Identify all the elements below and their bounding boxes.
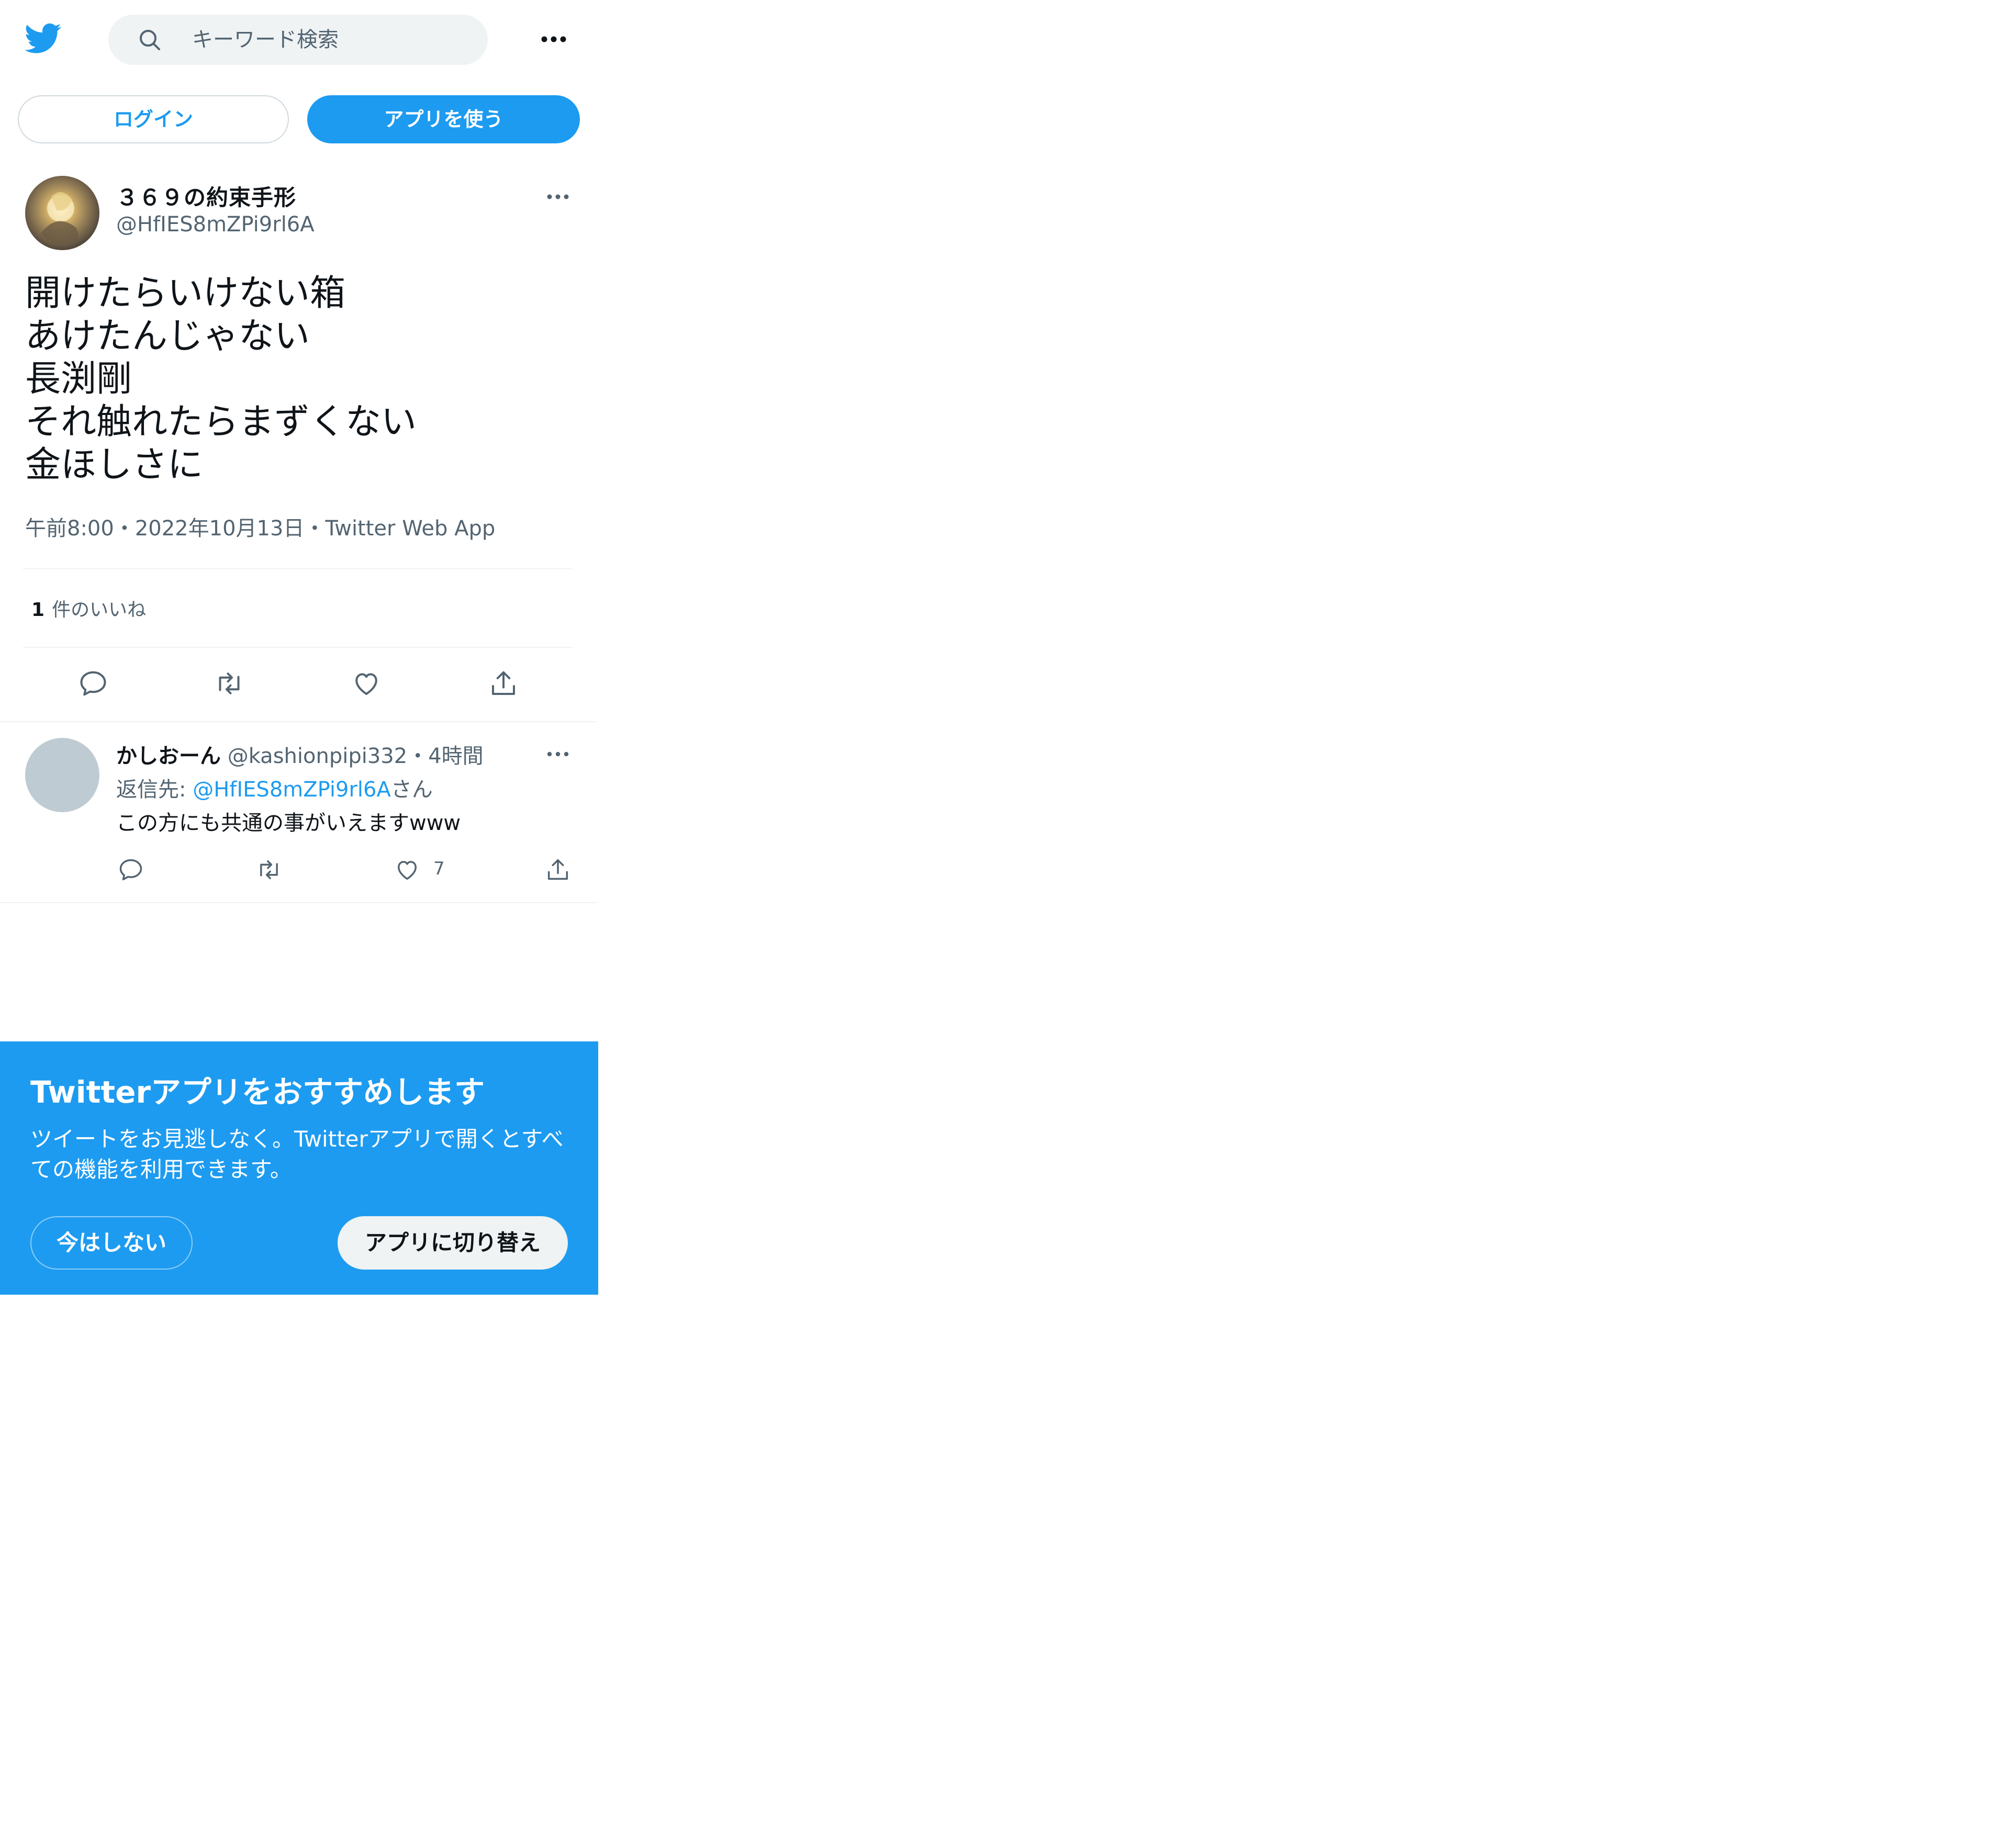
use-app-button[interactable]: アプリを使う [307, 95, 580, 143]
app-promo-banner: Twitterアプリをおすすめします ツイートをお見逃しなく。Twitterアプ… [0, 1041, 598, 1295]
avatar[interactable] [25, 176, 99, 250]
reply-icon[interactable] [77, 668, 109, 699]
likes-summary[interactable]: 1 件のいいね [31, 594, 146, 622]
reply-to-line: 返信先: @HfIES8mZPi9rl6Aさん [116, 772, 433, 803]
reply-to-mention[interactable]: @HfIES8mZPi9rl6A [193, 778, 391, 802]
reply-more-icon[interactable] [542, 745, 574, 763]
not-now-button[interactable]: 今はしない [30, 1216, 193, 1270]
banner-description: ツイートをお見逃しなく。Twitterアプリで開くとすべての機能を利用できます。 [30, 1126, 564, 1182]
likes-count: 1 [31, 599, 45, 621]
tweet-text-line: 開けたらいけない箱 [25, 273, 346, 314]
tweet-more-icon[interactable] [541, 187, 575, 206]
likes-label: 件のいいね [52, 599, 147, 621]
switch-to-app-button[interactable]: アプリに切り替え [338, 1216, 568, 1270]
tweet-text-line: それ触れたらまずくない [25, 401, 417, 443]
reply-header: かしおーん @kashionpipi332・4時間 [116, 739, 484, 769]
tweet-text-line: 金ほしさに [25, 444, 204, 486]
top-header: キーワード検索 [0, 0, 597, 78]
separator: ・ [407, 744, 429, 768]
reply-to-suffix: さん [390, 778, 433, 802]
banner-title: Twitterアプリをおすすめします [30, 1074, 485, 1110]
share-icon[interactable] [488, 668, 519, 699]
login-button[interactable]: ログイン [18, 95, 289, 143]
tweet-timestamp[interactable]: 午前8:00・2022年10月13日・Twitter Web App [25, 511, 495, 542]
search-input[interactable]: キーワード検索 [192, 15, 339, 65]
divider [23, 568, 573, 569]
author-handle[interactable]: @HfIES8mZPi9rl6A [116, 212, 315, 237]
like-icon[interactable] [351, 668, 382, 699]
reply-to-prefix: 返信先: [116, 778, 193, 802]
retweet-icon[interactable] [214, 668, 245, 699]
reply-like-icon[interactable] [394, 856, 421, 883]
more-horizontal-icon[interactable] [533, 24, 575, 55]
reply-reply-icon[interactable] [117, 856, 144, 883]
divider [0, 902, 597, 903]
reply-handle[interactable]: @kashionpipi332 [228, 744, 407, 768]
search-icon [137, 27, 162, 52]
divider [23, 647, 573, 648]
divider [0, 721, 597, 722]
tweet-text: 開けたらいけない箱 あけたんじゃない 長渕剛 それ触れたらまずくない 金ほしさに [25, 272, 580, 487]
tweet-text-line: 長渕剛 [25, 358, 132, 400]
author-display-name[interactable]: ３６９の約束手形 [116, 180, 296, 212]
reply-retweet-icon[interactable] [255, 856, 283, 883]
tweet-text-line: あけたんじゃない [25, 316, 310, 357]
reply-avatar[interactable] [25, 738, 99, 812]
reply-text: この方にも共通の事がいえますwww [116, 811, 461, 835]
reply-like-count: 7 [433, 858, 445, 879]
page-root: キーワード検索 ログイン アプリを使う ３６９の約束手形 @HfIES8mZPi… [0, 0, 2016, 1829]
twitter-bird-icon[interactable] [23, 20, 64, 57]
reply-display-name[interactable]: かしおーん [116, 744, 221, 768]
reply-share-icon[interactable] [544, 856, 572, 883]
search-bar[interactable]: キーワード検索 [108, 15, 488, 65]
reply-time[interactable]: 4時間 [428, 744, 483, 768]
